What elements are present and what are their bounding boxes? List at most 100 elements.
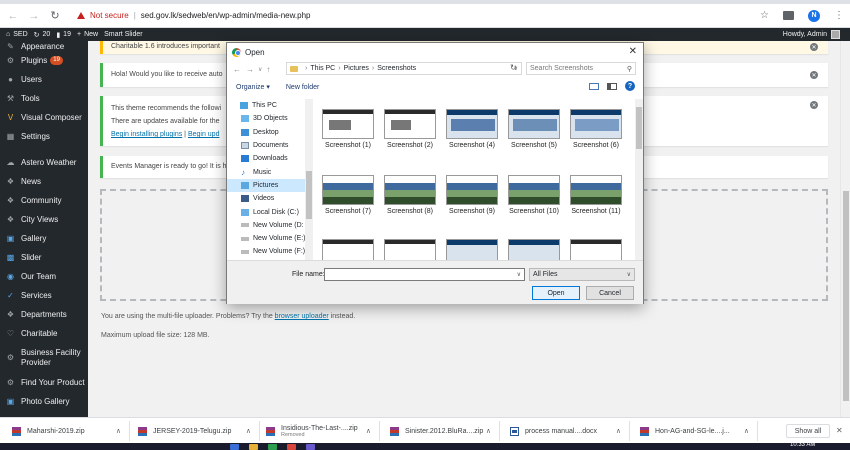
menu-city-views[interactable]: ❖ City Views (0, 210, 88, 229)
file-list-scrollbar-thumb[interactable] (636, 107, 642, 149)
dismiss-icon[interactable]: ✕ (810, 101, 818, 109)
menu-find-your-product[interactable]: ⚙ Find Your Product (0, 373, 88, 392)
chevron-up-icon[interactable]: ∧ (744, 427, 749, 435)
menu-charitable[interactable]: ♡ Charitable (0, 324, 88, 343)
nav-item-downloads[interactable]: Downloads (227, 152, 313, 165)
chevron-up-icon[interactable]: ∧ (366, 427, 371, 435)
preview-pane-icon[interactable] (607, 82, 617, 90)
nav-item-music[interactable]: ♪ Music (227, 165, 313, 178)
menu-astero-weather[interactable]: ☁ Astero Weather (0, 153, 88, 172)
nav-item-pictures[interactable]: Pictures (227, 178, 313, 193)
download-item[interactable]: Maharshi-2019.zip ∧ (0, 421, 130, 441)
address-bar[interactable]: › This PC › Pictures › Screenshots ∨ (286, 62, 522, 75)
breadcrumb-pictures[interactable]: Pictures (344, 65, 369, 72)
download-item[interactable]: process manual....docx ∧ (502, 421, 630, 441)
change-view-icon[interactable] (589, 82, 599, 90)
menu-news[interactable]: ❖ News (0, 172, 88, 191)
nav-item-documents[interactable]: Documents (227, 139, 313, 152)
smart-slider-item[interactable]: Smart Slider (104, 31, 143, 38)
download-item[interactable]: Hon-AG-and-SG-le....j... ∧ (632, 421, 758, 441)
menu-departments[interactable]: ❖ Departments (0, 305, 88, 324)
file-type-select[interactable]: All Files ∨ (529, 268, 635, 281)
file-item-partial[interactable] (318, 239, 378, 260)
menu-plugins[interactable]: ⚙ Plugins 19 (0, 51, 88, 70)
menu-services[interactable]: ✓ Services (0, 286, 88, 305)
nav-item-new-volume-d[interactable]: New Volume (D: (227, 219, 313, 232)
forward-icon[interactable]: → (26, 8, 42, 24)
browser-uploader-link[interactable]: browser uploader (275, 313, 329, 320)
menu-settings[interactable]: ▦ Settings (0, 127, 88, 146)
back-arrow-icon[interactable]: ← (233, 65, 241, 74)
updates-item[interactable]: ↻ 20 (34, 31, 51, 39)
menu-appearance[interactable]: ✎ Appearance (0, 41, 88, 51)
file-item[interactable]: Screenshot (11) (566, 175, 626, 215)
new-folder-button[interactable]: New folder (286, 84, 319, 91)
up-arrow-icon[interactable]: ↑ (266, 65, 270, 74)
nav-item-new-volume-f[interactable]: New Volume (F:) (227, 245, 313, 258)
forward-arrow-icon[interactable]: → (246, 65, 254, 74)
profile-avatar[interactable]: N (808, 9, 820, 22)
nav-pane-scrollbar-thumb[interactable] (306, 171, 312, 219)
show-all-button[interactable]: Show all (786, 424, 830, 438)
file-item-partial[interactable] (442, 239, 502, 260)
menu-users[interactable]: ● Users (0, 70, 88, 89)
bookmark-star-icon[interactable]: ☆ (760, 10, 769, 21)
file-item[interactable]: Screenshot (9) (442, 175, 502, 215)
menu-visual-composer[interactable]: V Visual Composer (0, 108, 88, 127)
chevron-up-icon[interactable]: ∧ (116, 427, 121, 435)
file-name-input[interactable]: ∨ (324, 268, 525, 281)
file-item[interactable]: Screenshot (8) (380, 175, 440, 215)
file-item[interactable]: Screenshot (7) (318, 175, 378, 215)
new-item[interactable]: + New (77, 31, 98, 38)
taskbar-app-icon[interactable] (306, 444, 315, 450)
menu-community[interactable]: ❖ Community (0, 191, 88, 210)
url-text[interactable]: sed.gov.lk/sedweb/en/wp-admin/media-new.… (141, 11, 311, 20)
cancel-button[interactable]: Cancel (586, 286, 634, 300)
page-scrollbar[interactable] (840, 41, 850, 417)
open-button[interactable]: Open (532, 286, 580, 300)
download-item[interactable]: Insidious-The-Last-....zip Removed ∧ (262, 421, 380, 441)
nav-pane-scrollbar[interactable] (305, 99, 313, 260)
menu-photo-gallery[interactable]: ▣ Photo Gallery (0, 392, 88, 411)
search-input[interactable]: Search Screenshots ⚲ (526, 62, 636, 75)
dismiss-icon[interactable]: ✕ (810, 43, 818, 51)
back-icon[interactable]: ← (5, 8, 21, 24)
taskbar-app-icon[interactable] (249, 444, 258, 450)
help-icon[interactable]: ? (625, 81, 635, 91)
nav-item-3d-objects[interactable]: 3D Objects (227, 112, 313, 125)
reload-icon[interactable]: ↻ (47, 8, 63, 24)
nav-item-desktop[interactable]: Desktop (227, 126, 313, 139)
chevron-up-icon[interactable]: ∧ (486, 427, 491, 435)
close-icon[interactable]: ✕ (836, 426, 843, 435)
comments-item[interactable]: ▮ 19 (56, 31, 71, 39)
menu-slider[interactable]: ▩ Slider (0, 248, 88, 267)
breadcrumb-screenshots[interactable]: Screenshots (377, 65, 416, 72)
file-item[interactable]: Screenshot (5) (504, 109, 564, 149)
file-item[interactable]: Screenshot (2) (380, 109, 440, 149)
security-indicator[interactable]: Not secure (77, 11, 129, 20)
file-item-partial[interactable] (504, 239, 564, 260)
file-item[interactable]: Screenshot (10) (504, 175, 564, 215)
my-account-item[interactable]: Howdy, Admin (783, 30, 840, 39)
menu-gallery[interactable]: ▣ Gallery (0, 229, 88, 248)
extension-icon[interactable] (783, 11, 794, 20)
breadcrumb-this-pc[interactable]: This PC (310, 65, 335, 72)
nav-item-videos[interactable]: Videos (227, 192, 313, 205)
nav-item-new-volume-e[interactable]: New Volume (E:) (227, 232, 313, 245)
file-list-scrollbar[interactable] (635, 99, 643, 260)
taskbar-app-icon[interactable] (230, 444, 239, 450)
begin-installing-plugins-link[interactable]: Begin installing plugins (111, 131, 182, 138)
page-scrollbar-thumb[interactable] (843, 191, 849, 401)
chevron-up-icon[interactable]: ∧ (246, 427, 251, 435)
file-item[interactable]: Screenshot (1) (318, 109, 378, 149)
begin-updating-link[interactable]: Begin upd (188, 131, 220, 138)
taskbar-app-icon[interactable] (268, 444, 277, 450)
nav-item-local-disk-c[interactable]: Local Disk (C:) (227, 205, 313, 218)
file-item-partial[interactable] (380, 239, 440, 260)
dismiss-icon[interactable]: ✕ (810, 71, 818, 79)
menu-business-facility-provider[interactable]: ⚙ Business Facility Provider (0, 343, 88, 373)
menu-kebab-icon[interactable]: ⋮ (834, 10, 844, 21)
chevron-up-icon[interactable]: ∧ (616, 427, 621, 435)
file-item[interactable]: Screenshot (4) (442, 109, 502, 149)
file-item-partial[interactable] (566, 239, 626, 260)
